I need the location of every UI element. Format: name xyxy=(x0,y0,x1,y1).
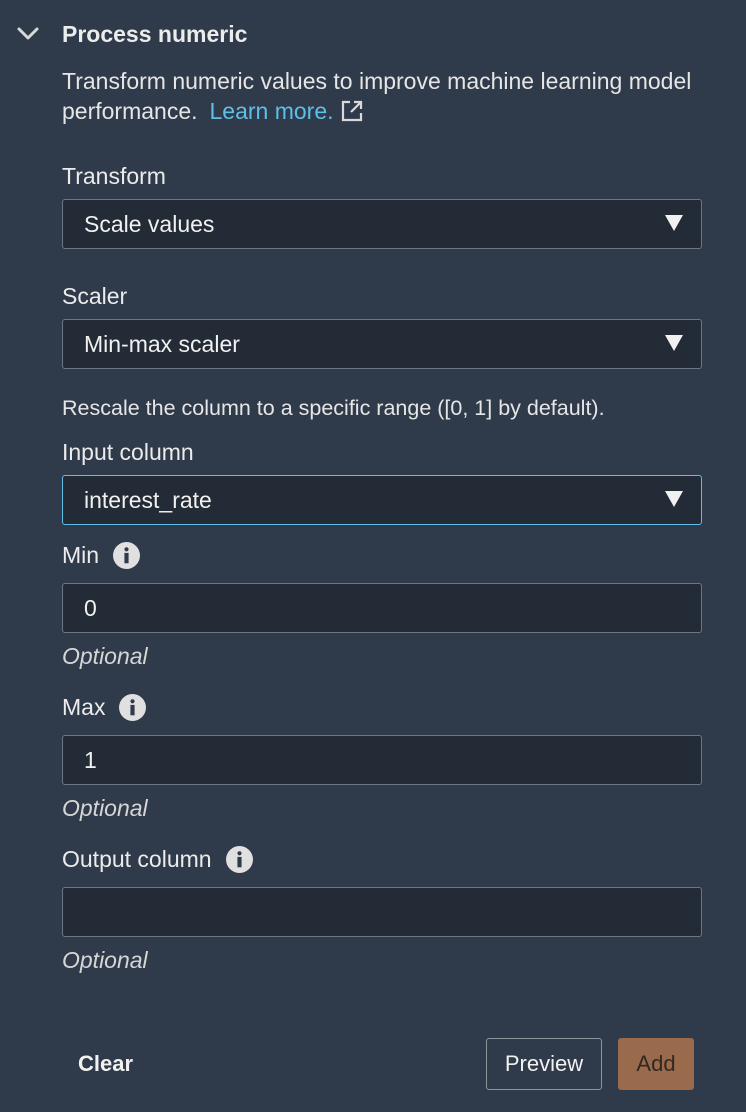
preview-button[interactable]: Preview xyxy=(486,1038,602,1090)
min-label: Min xyxy=(62,542,100,568)
section-title: Process numeric xyxy=(62,20,248,47)
scaler-label: Scaler xyxy=(62,283,128,309)
max-optional-hint: Optional xyxy=(62,795,148,821)
section-description: Transform numeric values to improve mach… xyxy=(62,66,702,130)
transform-value: Scale values xyxy=(84,210,215,237)
scaler-select[interactable]: Min-max scaler xyxy=(62,319,702,369)
transform-label: Transform xyxy=(62,163,166,189)
input-column-value: interest_rate xyxy=(84,486,212,513)
max-input[interactable] xyxy=(62,735,702,785)
process-numeric-panel: Process numeric Transform numeric values… xyxy=(0,0,746,1112)
transform-select[interactable]: Scale values xyxy=(62,199,702,249)
section-header[interactable]: Process numeric xyxy=(14,18,247,50)
max-field[interactable] xyxy=(84,746,684,774)
info-icon[interactable] xyxy=(119,694,147,721)
input-column-select[interactable]: interest_rate xyxy=(62,475,702,525)
learn-more-link[interactable]: Learn more. xyxy=(210,98,364,124)
output-column-optional-hint: Optional xyxy=(62,947,148,973)
scaler-description: Rescale the column to a specific range (… xyxy=(62,396,605,420)
caret-down-icon xyxy=(665,215,683,231)
scaler-value: Min-max scaler xyxy=(84,330,240,357)
max-label: Max xyxy=(62,694,106,720)
learn-more-label: Learn more. xyxy=(209,98,334,124)
caret-down-icon xyxy=(665,491,683,507)
output-column-input[interactable] xyxy=(62,887,702,937)
min-label-row: Min xyxy=(62,542,141,569)
min-field[interactable] xyxy=(84,594,684,622)
info-icon[interactable] xyxy=(113,542,141,569)
output-column-label: Output column xyxy=(62,846,212,872)
external-link-icon xyxy=(340,99,364,130)
input-column-label: Input column xyxy=(62,439,194,465)
add-button[interactable]: Add xyxy=(618,1038,694,1090)
min-optional-hint: Optional xyxy=(62,643,148,669)
clear-button[interactable]: Clear xyxy=(70,1038,141,1090)
output-column-field[interactable] xyxy=(84,898,684,926)
output-column-label-row: Output column xyxy=(62,846,253,873)
info-icon[interactable] xyxy=(225,846,253,873)
chevron-down-icon[interactable] xyxy=(14,20,42,48)
min-input[interactable] xyxy=(62,583,702,633)
description-text: Transform numeric values to improve mach… xyxy=(62,68,692,124)
max-label-row: Max xyxy=(62,694,147,721)
caret-down-icon xyxy=(665,335,683,351)
